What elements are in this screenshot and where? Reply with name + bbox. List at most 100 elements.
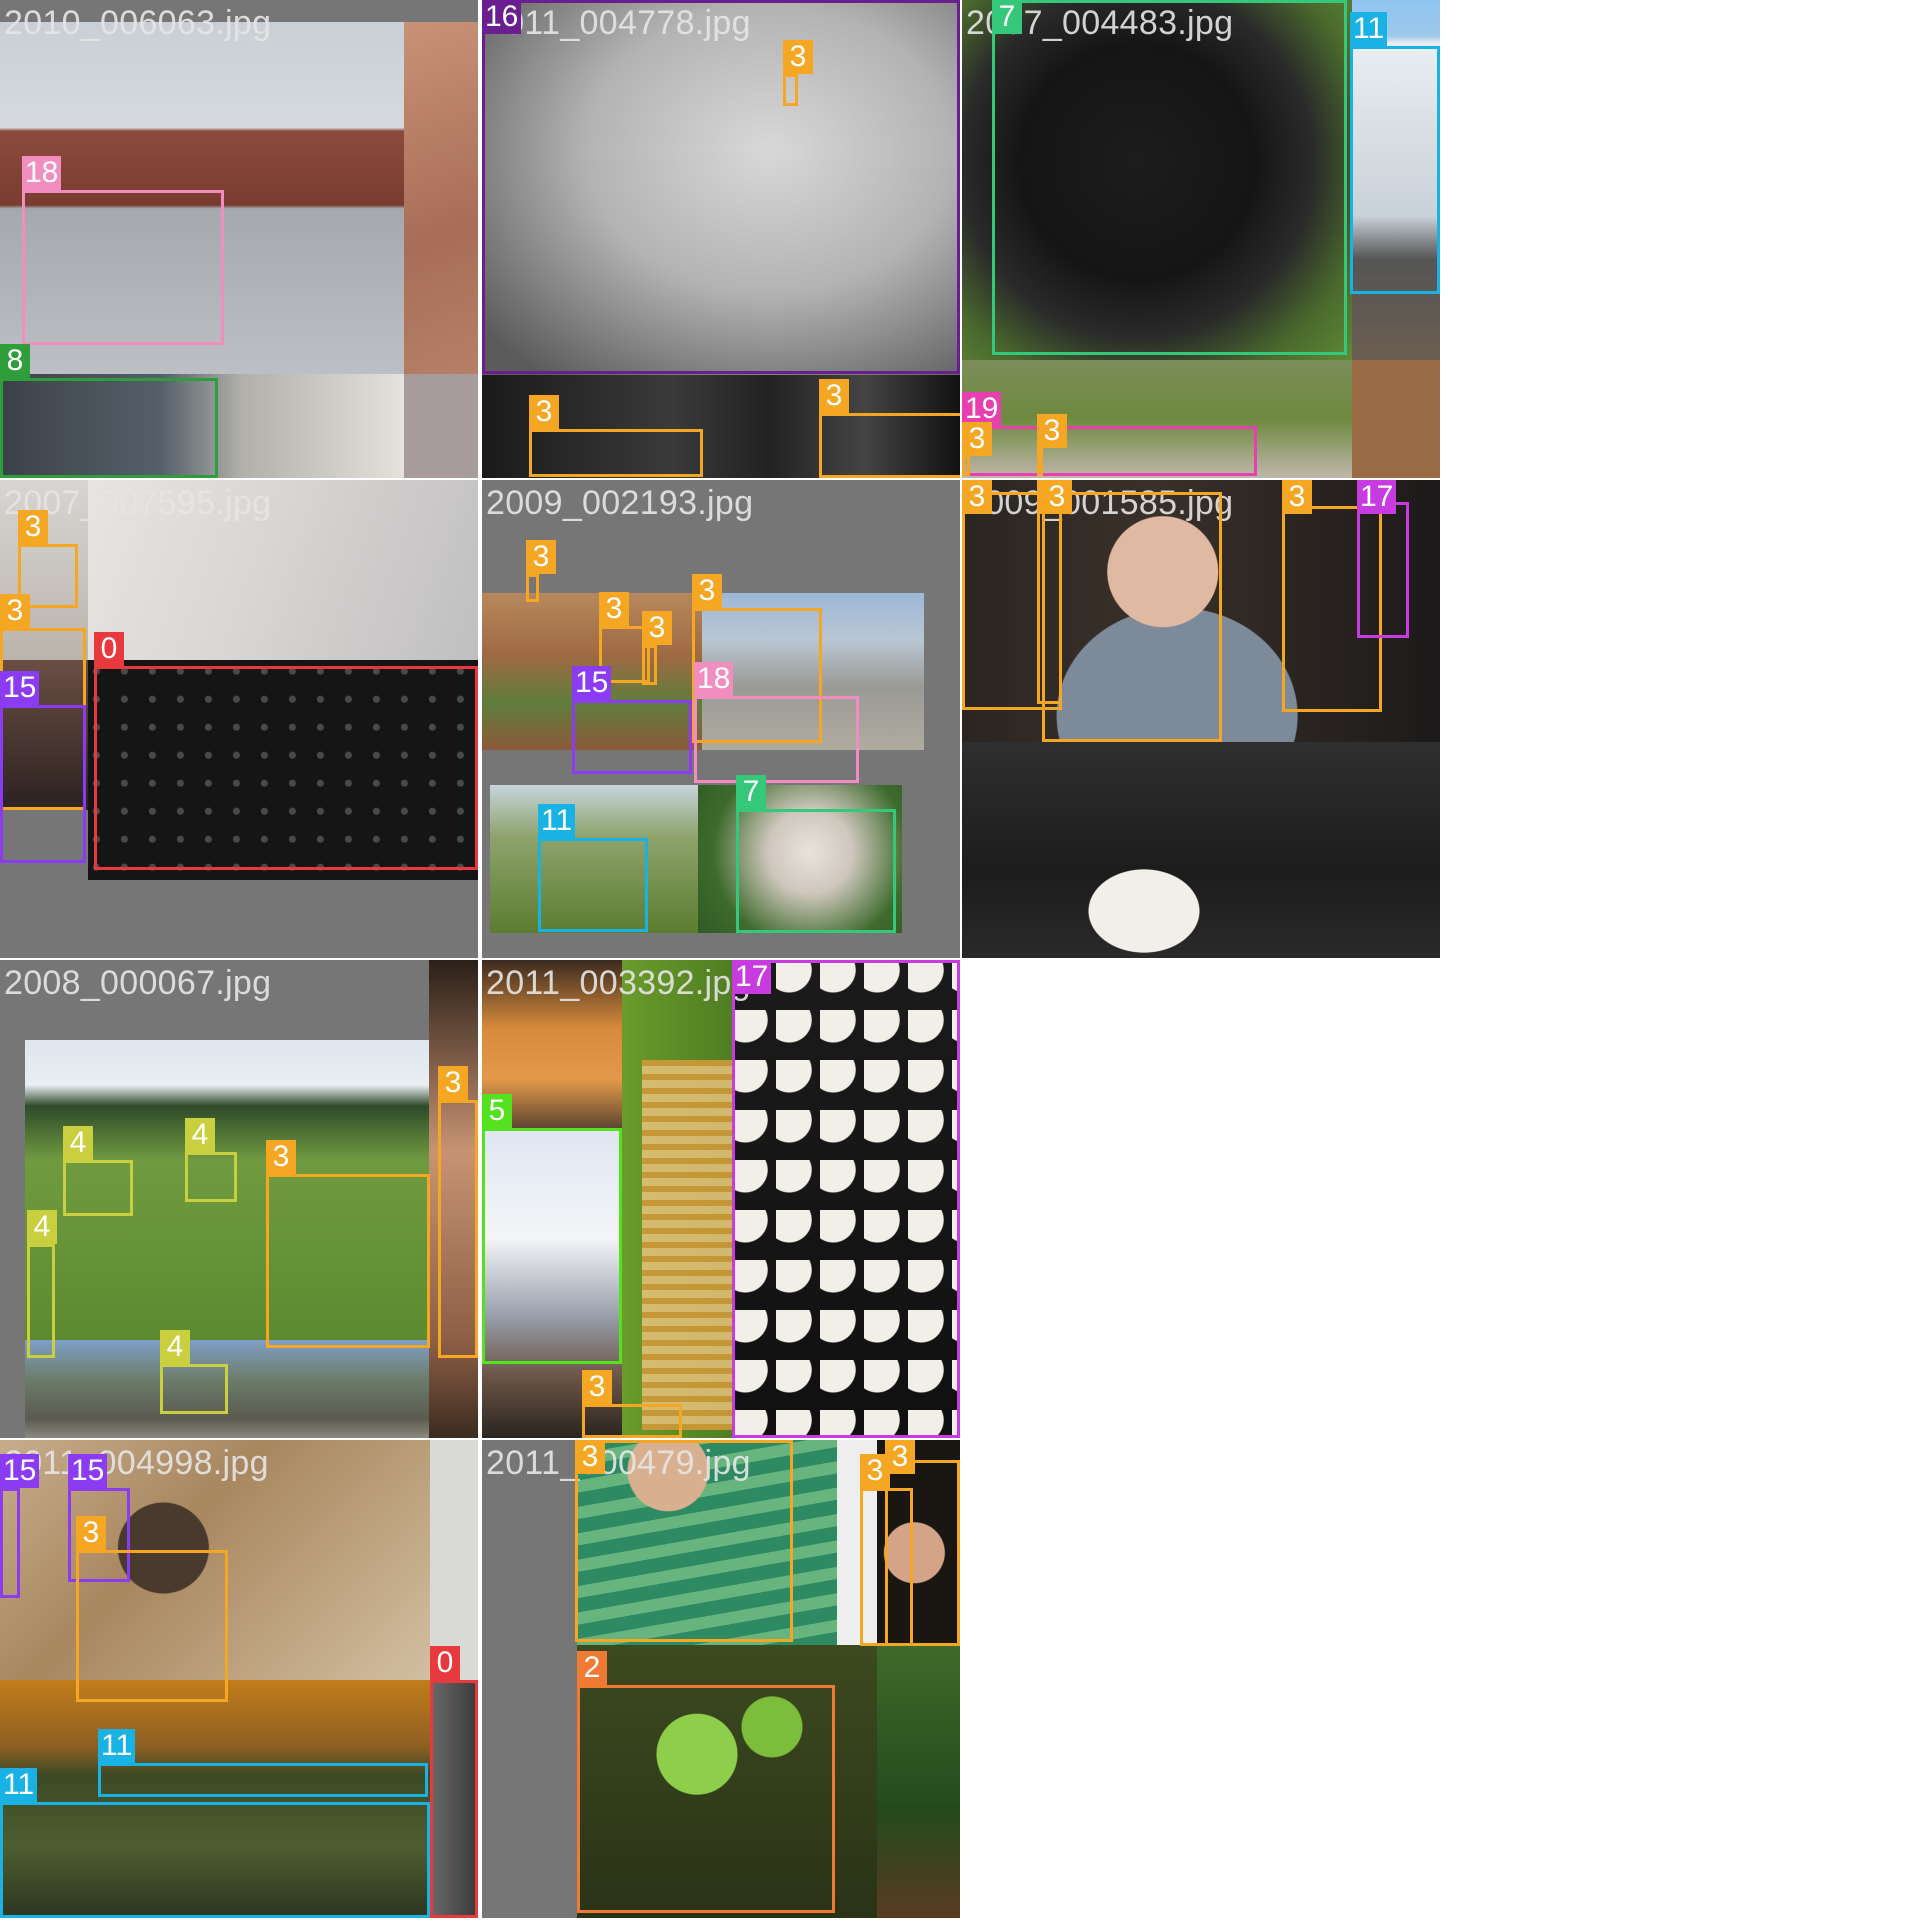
bbox-class-label: 3 [599,592,629,626]
bbox-15 [0,1488,20,1598]
mosaic-tile: 2011_004998.jpg 15 15 3 11 11 0 [0,1440,478,1918]
mosaic-tile: 2011_003392.jpg 5 17 3 [482,960,960,1438]
bbox-class-label: 18 [22,156,62,190]
bbox-16 [482,0,960,374]
bbox-class-label: 4 [160,1330,190,1364]
bbox-class-label: 11 [1350,12,1388,46]
bbox-class-label: 3 [1282,480,1312,514]
bbox-5 [482,1128,622,1364]
bbox-15 [0,705,86,863]
bbox-3 [575,1440,793,1642]
bbox-class-label: 19 [962,392,1002,426]
bbox-class-label: 18 [694,662,734,696]
bbox-15 [572,700,692,774]
bbox-class-label: 11 [538,804,576,838]
bbox-3 [438,1100,478,1358]
bbox-class-label: 3 [18,510,48,544]
bbox-3 [642,645,657,685]
mosaic-tile: 2009_001585.jpg 333317 [962,480,1440,958]
bbox-11 [1350,46,1440,294]
bbox-7 [736,809,896,933]
bbox-class-label: 3 [582,1370,612,1404]
bbox-class-label: 3 [76,1516,106,1550]
feeder-photo [642,1060,737,1430]
bbox-3 [819,413,960,478]
bbox-3 [885,1460,960,1646]
bbox-3 [1037,448,1043,476]
mosaic-tile: 2011_004778.jpg 16 3 3 3 [482,0,960,478]
skin-photo [404,22,478,374]
leather-photo [1352,360,1440,478]
bbox-2 [577,1685,835,1913]
bbox-3 [526,574,539,602]
bbox-class-label: 3 [529,395,559,429]
tile-filename: 2011_003392.jpg [486,964,751,1002]
bbox-class-label: 7 [992,0,1022,34]
bbox-class-label: 0 [430,1646,460,1680]
mosaic-grid: 2010_006063.jpg 18 8 2011_004778.jpg 16 3 3… [0,0,1920,1920]
bbox-class-label: 5 [482,1094,512,1128]
bbox-class-label: 15 [0,1454,40,1488]
bbox-18 [694,696,859,783]
bbox-class-label: 3 [692,574,722,608]
texture-photo [404,374,478,478]
bbox-17 [1357,502,1409,638]
bbox-3 [962,456,970,476]
bbox-class-label: 7 [736,775,766,809]
bbox-3 [529,429,703,477]
bbox-4 [63,1160,133,1216]
bbox-class-label: 3 [962,422,992,456]
bbox-18 [22,190,224,345]
bbox-class-label: 3 [526,540,556,574]
bbox-8 [0,378,218,478]
bbox-class-label: 15 [572,666,612,700]
tile-filename: 2011_004998.jpg [4,1444,269,1482]
bbox-class-label: 3 [1037,414,1067,448]
bbox-3 [1042,492,1222,742]
bbox-class-label: 0 [94,632,124,666]
bbox-class-label: 3 [819,379,849,413]
bbox-class-label: 3 [783,40,813,74]
bbox-7 [992,0,1347,355]
bbox-11 [538,838,648,932]
bbox-class-label: 16 [482,0,522,34]
floor-area [88,880,478,958]
mosaic-tile: 2011_000479.jpg 3332 [482,1440,960,1918]
tile-filename: 2008_000067.jpg [4,964,272,1002]
mosaic-tile: 2007_007595.jpg 3 3 0 15 [0,480,478,958]
garden-photo [877,1645,960,1918]
bbox-class-label: 2 [577,1651,607,1685]
bbox-11 [98,1763,428,1797]
ibis-photo [1072,845,1232,955]
bbox-class-label: 3 [266,1140,296,1174]
bbox-class-label: 11 [98,1729,136,1763]
bbox-4 [185,1152,237,1202]
mosaic-tile: 2010_006063.jpg 18 8 [0,0,478,478]
bbox-3 [266,1174,430,1348]
bbox-class-label: 4 [63,1126,93,1160]
bbox-class-label: 8 [0,344,30,378]
mosaic-tile: 2008_000067.jpg 3 3 4 4 4 4 [0,960,478,1438]
bbox-class-label: 3 [962,480,992,514]
bbox-3 [783,74,798,106]
bbox-class-label: 3 [642,611,672,645]
bbox-4 [27,1244,55,1358]
bbox-class-label: 4 [27,1210,57,1244]
bbox-class-label: 4 [185,1118,215,1152]
tile-filename: 2010_006063.jpg [4,4,272,42]
bbox-19 [962,426,1257,476]
bbox-class-label: 3 [438,1066,468,1100]
bbox-0 [430,1680,478,1918]
bbox-class-label: 3 [0,594,30,628]
mosaic-tile: 2007_004483.jpg 7 11 19 3 3 [962,0,1440,478]
bbox-11 [0,1802,430,1918]
bbox-17 [732,960,960,1438]
bbox-class-label: 3 [575,1440,605,1474]
bbox-class-label: 3 [885,1440,915,1474]
bbox-0 [94,666,478,870]
bbox-class-label: 17 [1357,480,1397,514]
bbox-class-label: 15 [68,1454,108,1488]
bbox-3 [582,1404,682,1438]
bbox-class-label: 11 [0,1768,38,1802]
bbox-3 [76,1550,228,1702]
